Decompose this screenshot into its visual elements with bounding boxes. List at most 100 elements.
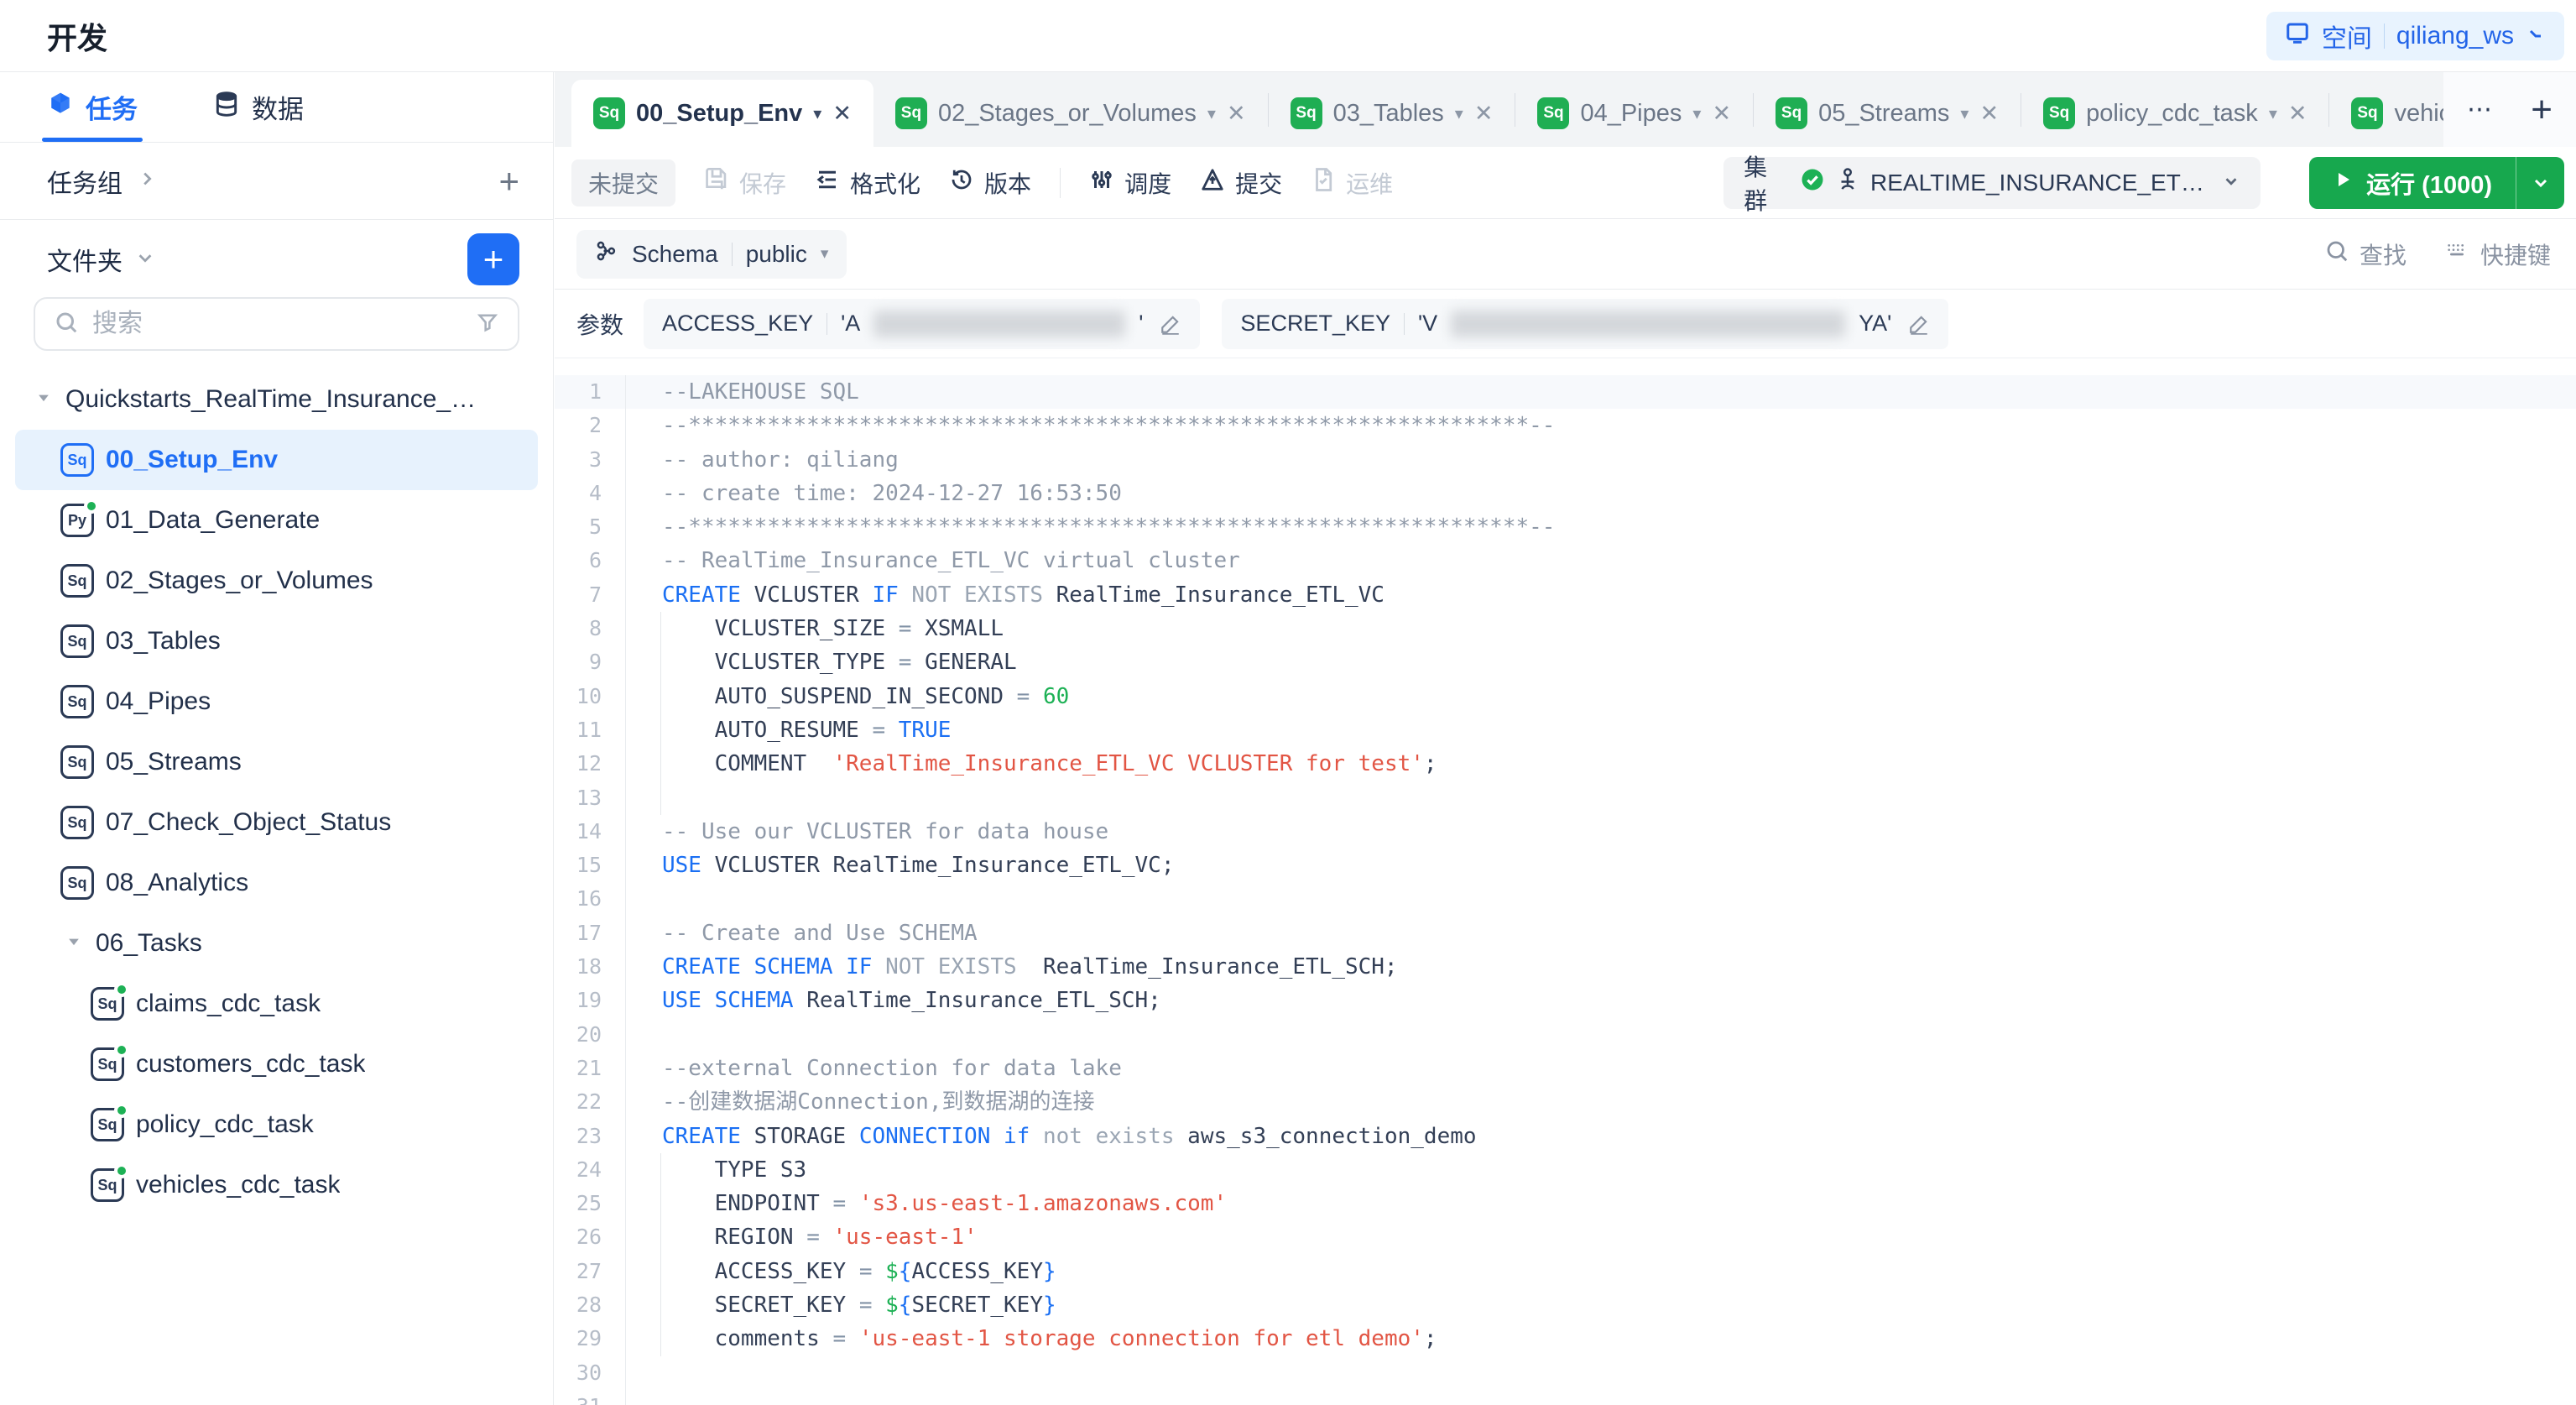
sql-file-icon: Sq <box>91 1168 124 1202</box>
tab-close-icon[interactable]: ✕ <box>1712 101 1731 127</box>
tree-item-00_Setup_Env[interactable]: Sq00_Setup_Env <box>15 430 538 490</box>
new-tab-button[interactable]: + <box>2531 91 2553 128</box>
sidebar-tab-任务[interactable]: 任务 <box>47 72 138 142</box>
add-file-button[interactable]: + <box>467 233 519 285</box>
code-line-26[interactable]: 26 REGION = 'us-east-1' <box>555 1220 2576 1254</box>
code-line-7[interactable]: 7CREATE VCLUSTER IF NOT EXISTS RealTime_… <box>555 578 2576 612</box>
code-line-12[interactable]: 12 COMMENT 'RealTime_Insurance_ETL_VC VC… <box>555 747 2576 781</box>
code-line-29[interactable]: 29 comments = 'us-east-1 storage connect… <box>555 1322 2576 1355</box>
workspace-switcher[interactable]: 空间 qiliang_ws <box>2266 12 2564 60</box>
code-line-18[interactable]: 18CREATE SCHEMA IF NOT EXISTS RealTime_I… <box>555 950 2576 984</box>
code-line-17[interactable]: 17-- Create and Use SCHEMA <box>555 917 2576 950</box>
tab-close-icon[interactable]: ✕ <box>2288 101 2307 127</box>
format-button[interactable]: 格式化 <box>815 166 920 200</box>
tab-close-icon[interactable]: ✕ <box>1227 101 1246 127</box>
sql-code-editor[interactable]: 1--LAKEHOUSE SQL2--*********************… <box>555 358 2576 1405</box>
shortcuts-label: 快捷键 <box>2480 238 2551 271</box>
add-task-group-button[interactable]: + <box>498 164 519 199</box>
tree-item-08_Analytics[interactable]: Sq08_Analytics <box>15 853 538 913</box>
tab-caret-icon[interactable]: ▾ <box>1960 103 1969 124</box>
code-line-16[interactable]: 16 <box>555 882 2576 916</box>
caret-down-icon[interactable] <box>35 389 52 410</box>
version-button[interactable]: 版本 <box>949 166 1031 200</box>
param-SECRET_KEY[interactable]: SECRET_KEY'VYA' <box>1222 299 1948 349</box>
editor-tab-00_Setup_Env[interactable]: Sq00_Setup_Env▾✕ <box>571 80 873 147</box>
code-line-19[interactable]: 19USE SCHEMA RealTime_Insurance_ETL_SCH; <box>555 984 2576 1017</box>
tree-item-07_Check_Object_Status[interactable]: Sq07_Check_Object_Status <box>15 792 538 853</box>
code-line-1[interactable]: 1--LAKEHOUSE SQL <box>555 375 2576 409</box>
code-line-14[interactable]: 14-- Use our VCLUSTER for data house <box>555 815 2576 849</box>
tree-item-03_Tables[interactable]: Sq03_Tables <box>15 611 538 671</box>
code-line-24[interactable]: 24 TYPE S3 <box>555 1153 2576 1187</box>
database-icon <box>213 91 240 124</box>
tree-item-customers_cdc_task[interactable]: Sqcustomers_cdc_task <box>15 1034 538 1094</box>
edit-pencil-icon[interactable] <box>1908 313 1930 335</box>
tab-caret-icon[interactable]: ▾ <box>2269 103 2277 124</box>
ops-button[interactable]: 运维 <box>1311 166 1393 200</box>
find-button[interactable]: 查找 <box>2324 238 2407 271</box>
cluster-selector[interactable]: 集群 REALTIME_INSURANCE_ETL_… <box>1723 157 2261 209</box>
param-ACCESS_KEY[interactable]: ACCESS_KEY'A' <box>644 299 1200 349</box>
tree-item-vehicles_cdc_task[interactable]: Sqvehicles_cdc_task <box>15 1155 538 1215</box>
code-line-23[interactable]: 23CREATE STORAGE CONNECTION if not exist… <box>555 1120 2576 1153</box>
tree-item-01_Data_Generate[interactable]: Py01_Data_Generate <box>15 490 538 551</box>
code-line-21[interactable]: 21--external Connection for data lake <box>555 1052 2576 1085</box>
shortcuts-button[interactable]: 快捷键 <box>2443 238 2551 271</box>
editor-tab-05_Streams[interactable]: Sq05_Streams▾✕ <box>1754 80 2021 147</box>
task-group-row[interactable]: 任务组 + <box>0 143 553 220</box>
tab-caret-icon[interactable]: ▾ <box>1207 103 1216 124</box>
tree-item-policy_cdc_task[interactable]: Sqpolicy_cdc_task <box>15 1094 538 1155</box>
code-line-25[interactable]: 25 ENDPOINT = 's3.us-east-1.amazonaws.co… <box>555 1187 2576 1220</box>
code-line-2[interactable]: 2--*************************************… <box>555 409 2576 442</box>
search-input[interactable] <box>92 310 462 338</box>
code-line-28[interactable]: 28 SECRET_KEY = ${SECRET_KEY} <box>555 1288 2576 1322</box>
code-line-9[interactable]: 9 VCLUSTER_TYPE = GENERAL <box>555 645 2576 679</box>
code-line-6[interactable]: 6-- RealTime_Insurance_ETL_VC virtual cl… <box>555 544 2576 577</box>
tree-item-Quickstarts_RealTime_Insurance_-[interactable]: Quickstarts_RealTime_Insurance_… <box>15 369 538 430</box>
tree-item-claims_cdc_task[interactable]: Sqclaims_cdc_task <box>15 974 538 1034</box>
code-line-10[interactable]: 10 AUTO_SUSPEND_IN_SECOND = 60 <box>555 680 2576 713</box>
editor-tab-03_Tables[interactable]: Sq03_Tables▾✕ <box>1269 80 1515 147</box>
code-line-27[interactable]: 27 ACCESS_KEY = ${ACCESS_KEY} <box>555 1255 2576 1288</box>
run-options-button[interactable] <box>2516 157 2564 209</box>
code-line-11[interactable]: 11 AUTO_RESUME = TRUE <box>555 713 2576 747</box>
tab-close-icon[interactable]: ✕ <box>1474 101 1494 127</box>
code-line-4[interactable]: 4-- create time: 2024-12-27 16:53:50 <box>555 477 2576 510</box>
tree-item-05_Streams[interactable]: Sq05_Streams <box>15 732 538 792</box>
tab-caret-icon[interactable]: ▾ <box>1455 103 1463 124</box>
submit-button[interactable]: 提交 <box>1200 166 1282 200</box>
editor-tab-04_Pipes[interactable]: Sq04_Pipes▾✕ <box>1515 80 1753 147</box>
tab-close-icon[interactable]: ✕ <box>832 101 852 127</box>
code-line-8[interactable]: 8 VCLUSTER_SIZE = XSMALL <box>555 612 2576 645</box>
editor-tab-02_Stages_or_Volumes[interactable]: Sq02_Stages_or_Volumes▾✕ <box>873 80 1268 147</box>
code-line-31[interactable]: 31 <box>555 1390 2576 1405</box>
code-line-3[interactable]: 3-- author: qiliang <box>555 443 2576 477</box>
submit-icon <box>1200 167 1225 198</box>
sidebar-tab-数据[interactable]: 数据 <box>213 72 304 142</box>
folder-row[interactable]: 文件夹 + <box>0 232 553 287</box>
run-button[interactable]: 运行 (1000) <box>2309 157 2564 209</box>
code-line-20[interactable]: 20 <box>555 1018 2576 1052</box>
schema-selector[interactable]: Schema public ▾ <box>576 230 847 279</box>
more-tabs-button[interactable]: ⋯ <box>2467 95 2495 124</box>
search-box[interactable] <box>34 297 519 351</box>
tree-item-02_Stages_or_Volumes[interactable]: Sq02_Stages_or_Volumes <box>15 551 538 611</box>
tab-caret-icon[interactable]: ▾ <box>1692 103 1701 124</box>
edit-pencil-icon[interactable] <box>1160 313 1181 335</box>
caret-down-icon[interactable] <box>65 933 82 954</box>
schedule-button[interactable]: 调度 <box>1089 166 1171 200</box>
tab-close-icon[interactable]: ✕ <box>1979 101 1999 127</box>
code-line-30[interactable]: 30 <box>555 1356 2576 1390</box>
tab-caret-icon[interactable]: ▾ <box>813 103 821 124</box>
editor-tab-policy_cdc_task[interactable]: Sqpolicy_cdc_task▾✕ <box>2021 80 2328 147</box>
code-line-22[interactable]: 22--创建数据湖Connection,到数据湖的连接 <box>555 1085 2576 1119</box>
code-line-5[interactable]: 5--*************************************… <box>555 510 2576 544</box>
tree-item-04_Pipes[interactable]: Sq04_Pipes <box>15 671 538 732</box>
run-button-main[interactable]: 运行 (1000) <box>2309 165 2516 201</box>
tree-item-06_Tasks[interactable]: 06_Tasks <box>15 913 538 974</box>
save-button[interactable]: 保存 <box>704 166 786 200</box>
code-line-15[interactable]: 15USE VCLUSTER RealTime_Insurance_ETL_VC… <box>555 849 2576 882</box>
code-line-13[interactable]: 13 <box>555 781 2576 815</box>
code-token <box>885 718 899 743</box>
filter-icon[interactable] <box>476 311 499 338</box>
